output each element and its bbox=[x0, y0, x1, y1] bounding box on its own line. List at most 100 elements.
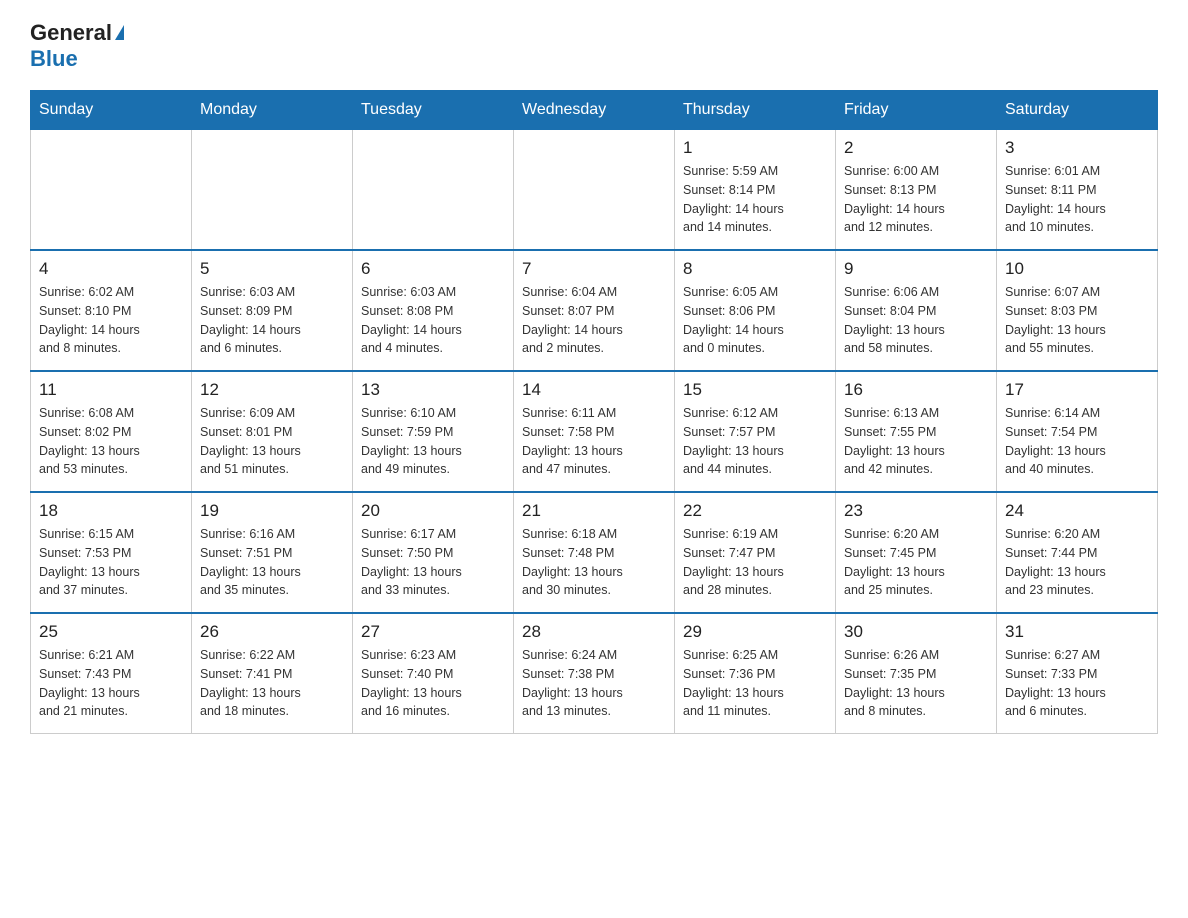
day-number: 22 bbox=[683, 501, 827, 521]
calendar-cell: 9 Sunrise: 6:06 AMSunset: 8:04 PMDaylight… bbox=[836, 250, 997, 371]
day-info: Sunrise: 6:03 AMSunset: 8:09 PMDaylight:… bbox=[200, 283, 344, 358]
day-info: Sunrise: 6:04 AMSunset: 8:07 PMDaylight:… bbox=[522, 283, 666, 358]
day-number: 27 bbox=[361, 622, 505, 642]
calendar-cell bbox=[31, 130, 192, 251]
calendar-week-row: 1Sunrise: 5:59 AMSunset: 8:14 PMDaylight… bbox=[31, 130, 1158, 251]
day-number: 15 bbox=[683, 380, 827, 400]
calendar-cell bbox=[514, 130, 675, 251]
calendar-cell: 20 Sunrise: 6:17 AMSunset: 7:50 PMDayligh… bbox=[353, 492, 514, 613]
logo-general-text: General bbox=[30, 20, 112, 46]
calendar-cell: 13 Sunrise: 6:10 AMSunset: 7:59 PMDayligh… bbox=[353, 371, 514, 492]
calendar-cell: 27Sunrise: 6:23 AMSunset: 7:40 PMDayligh… bbox=[353, 613, 514, 734]
day-info: Sunrise: 6:02 AMSunset: 8:10 PMDaylight:… bbox=[39, 283, 183, 358]
day-number: 13 bbox=[361, 380, 505, 400]
day-info: Sunrise: 6:17 AMSunset: 7:50 PMDaylight:… bbox=[361, 525, 505, 600]
calendar-cell: 8Sunrise: 6:05 AMSunset: 8:06 PMDaylight… bbox=[675, 250, 836, 371]
calendar-cell: 31Sunrise: 6:27 AMSunset: 7:33 PMDayligh… bbox=[997, 613, 1158, 734]
day-number: 24 bbox=[1005, 501, 1149, 521]
calendar-week-row: 18 Sunrise: 6:15 AMSunset: 7:53 PMDayligh… bbox=[31, 492, 1158, 613]
calendar-cell: 4Sunrise: 6:02 AMSunset: 8:10 PMDaylight… bbox=[31, 250, 192, 371]
day-number: 30 bbox=[844, 622, 988, 642]
calendar-cell: 22 Sunrise: 6:19 AMSunset: 7:47 PMDayligh… bbox=[675, 492, 836, 613]
calendar-cell: 21 Sunrise: 6:18 AMSunset: 7:48 PMDayligh… bbox=[514, 492, 675, 613]
day-number: 26 bbox=[200, 622, 344, 642]
logo-blue-text: Blue bbox=[30, 46, 78, 72]
day-info: Sunrise: 6:12 AMSunset: 7:57 PMDaylight:… bbox=[683, 404, 827, 479]
day-number: 20 bbox=[361, 501, 505, 521]
day-info: Sunrise: 6:10 AMSunset: 7:59 PMDaylight:… bbox=[361, 404, 505, 479]
calendar-cell: 30 Sunrise: 6:26 AMSunset: 7:35 PMDayligh… bbox=[836, 613, 997, 734]
weekday-header-thursday: Thursday bbox=[675, 91, 836, 130]
day-info: Sunrise: 6:27 AMSunset: 7:33 PMDaylight:… bbox=[1005, 646, 1149, 721]
day-info: Sunrise: 6:19 AMSunset: 7:47 PMDaylight:… bbox=[683, 525, 827, 600]
calendar-cell: 25 Sunrise: 6:21 AMSunset: 7:43 PMDayligh… bbox=[31, 613, 192, 734]
calendar-cell: 5 Sunrise: 6:03 AMSunset: 8:09 PMDaylight… bbox=[192, 250, 353, 371]
day-info: Sunrise: 6:24 AMSunset: 7:38 PMDaylight:… bbox=[522, 646, 666, 721]
day-info: Sunrise: 6:00 AMSunset: 8:13 PMDaylight:… bbox=[844, 162, 988, 237]
day-info: Sunrise: 6:20 AMSunset: 7:45 PMDaylight:… bbox=[844, 525, 988, 600]
calendar-week-row: 11 Sunrise: 6:08 AMSunset: 8:02 PMDayligh… bbox=[31, 371, 1158, 492]
day-info: Sunrise: 6:13 AMSunset: 7:55 PMDaylight:… bbox=[844, 404, 988, 479]
day-info: Sunrise: 6:01 AMSunset: 8:11 PMDaylight:… bbox=[1005, 162, 1149, 237]
day-info: Sunrise: 6:21 AMSunset: 7:43 PMDaylight:… bbox=[39, 646, 183, 721]
day-info: Sunrise: 6:05 AMSunset: 8:06 PMDaylight:… bbox=[683, 283, 827, 358]
day-number: 18 bbox=[39, 501, 183, 521]
calendar-cell bbox=[192, 130, 353, 251]
calendar-cell: 3 Sunrise: 6:01 AMSunset: 8:11 PMDaylight… bbox=[997, 130, 1158, 251]
calendar-cell: 23Sunrise: 6:20 AMSunset: 7:45 PMDayligh… bbox=[836, 492, 997, 613]
calendar-cell: 7Sunrise: 6:04 AMSunset: 8:07 PMDaylight… bbox=[514, 250, 675, 371]
day-number: 29 bbox=[683, 622, 827, 642]
day-info: Sunrise: 6:11 AMSunset: 7:58 PMDaylight:… bbox=[522, 404, 666, 479]
weekday-header-monday: Monday bbox=[192, 91, 353, 130]
calendar-cell: 28 Sunrise: 6:24 AMSunset: 7:38 PMDayligh… bbox=[514, 613, 675, 734]
day-number: 28 bbox=[522, 622, 666, 642]
calendar-cell: 2 Sunrise: 6:00 AMSunset: 8:13 PMDaylight… bbox=[836, 130, 997, 251]
calendar-week-row: 25 Sunrise: 6:21 AMSunset: 7:43 PMDayligh… bbox=[31, 613, 1158, 734]
page-header: General Blue bbox=[30, 20, 1158, 72]
calendar-week-row: 4Sunrise: 6:02 AMSunset: 8:10 PMDaylight… bbox=[31, 250, 1158, 371]
day-info: Sunrise: 6:25 AMSunset: 7:36 PMDaylight:… bbox=[683, 646, 827, 721]
calendar-cell: 15 Sunrise: 6:12 AMSunset: 7:57 PMDayligh… bbox=[675, 371, 836, 492]
calendar-cell: 16 Sunrise: 6:13 AMSunset: 7:55 PMDayligh… bbox=[836, 371, 997, 492]
day-info: Sunrise: 6:14 AMSunset: 7:54 PMDaylight:… bbox=[1005, 404, 1149, 479]
day-info: Sunrise: 5:59 AMSunset: 8:14 PMDaylight:… bbox=[683, 162, 827, 237]
weekday-header-wednesday: Wednesday bbox=[514, 91, 675, 130]
calendar-cell: 26 Sunrise: 6:22 AMSunset: 7:41 PMDayligh… bbox=[192, 613, 353, 734]
calendar-cell: 19 Sunrise: 6:16 AMSunset: 7:51 PMDayligh… bbox=[192, 492, 353, 613]
logo: General Blue bbox=[30, 20, 124, 72]
day-number: 21 bbox=[522, 501, 666, 521]
day-info: Sunrise: 6:18 AMSunset: 7:48 PMDaylight:… bbox=[522, 525, 666, 600]
day-info: Sunrise: 6:03 AMSunset: 8:08 PMDaylight:… bbox=[361, 283, 505, 358]
day-info: Sunrise: 6:16 AMSunset: 7:51 PMDaylight:… bbox=[200, 525, 344, 600]
day-number: 19 bbox=[200, 501, 344, 521]
day-info: Sunrise: 6:26 AMSunset: 7:35 PMDaylight:… bbox=[844, 646, 988, 721]
day-number: 10 bbox=[1005, 259, 1149, 279]
calendar-cell: 10Sunrise: 6:07 AMSunset: 8:03 PMDayligh… bbox=[997, 250, 1158, 371]
weekday-header-friday: Friday bbox=[836, 91, 997, 130]
day-number: 9 bbox=[844, 259, 988, 279]
weekday-header-sunday: Sunday bbox=[31, 91, 192, 130]
day-info: Sunrise: 6:22 AMSunset: 7:41 PMDaylight:… bbox=[200, 646, 344, 721]
day-info: Sunrise: 6:15 AMSunset: 7:53 PMDaylight:… bbox=[39, 525, 183, 600]
day-number: 14 bbox=[522, 380, 666, 400]
day-number: 3 bbox=[1005, 138, 1149, 158]
calendar-cell: 11 Sunrise: 6:08 AMSunset: 8:02 PMDayligh… bbox=[31, 371, 192, 492]
day-info: Sunrise: 6:08 AMSunset: 8:02 PMDaylight:… bbox=[39, 404, 183, 479]
weekday-header-saturday: Saturday bbox=[997, 91, 1158, 130]
weekday-header-tuesday: Tuesday bbox=[353, 91, 514, 130]
day-info: Sunrise: 6:09 AMSunset: 8:01 PMDaylight:… bbox=[200, 404, 344, 479]
day-number: 12 bbox=[200, 380, 344, 400]
calendar-cell: 1Sunrise: 5:59 AMSunset: 8:14 PMDaylight… bbox=[675, 130, 836, 251]
calendar-cell: 6 Sunrise: 6:03 AMSunset: 8:08 PMDaylight… bbox=[353, 250, 514, 371]
day-number: 11 bbox=[39, 380, 183, 400]
day-number: 5 bbox=[200, 259, 344, 279]
day-number: 25 bbox=[39, 622, 183, 642]
day-info: Sunrise: 6:06 AMSunset: 8:04 PMDaylight:… bbox=[844, 283, 988, 358]
day-number: 6 bbox=[361, 259, 505, 279]
day-number: 16 bbox=[844, 380, 988, 400]
calendar-cell: 29 Sunrise: 6:25 AMSunset: 7:36 PMDayligh… bbox=[675, 613, 836, 734]
day-number: 17 bbox=[1005, 380, 1149, 400]
calendar-cell: 17 Sunrise: 6:14 AMSunset: 7:54 PMDayligh… bbox=[997, 371, 1158, 492]
calendar-cell: 18 Sunrise: 6:15 AMSunset: 7:53 PMDayligh… bbox=[31, 492, 192, 613]
day-number: 2 bbox=[844, 138, 988, 158]
